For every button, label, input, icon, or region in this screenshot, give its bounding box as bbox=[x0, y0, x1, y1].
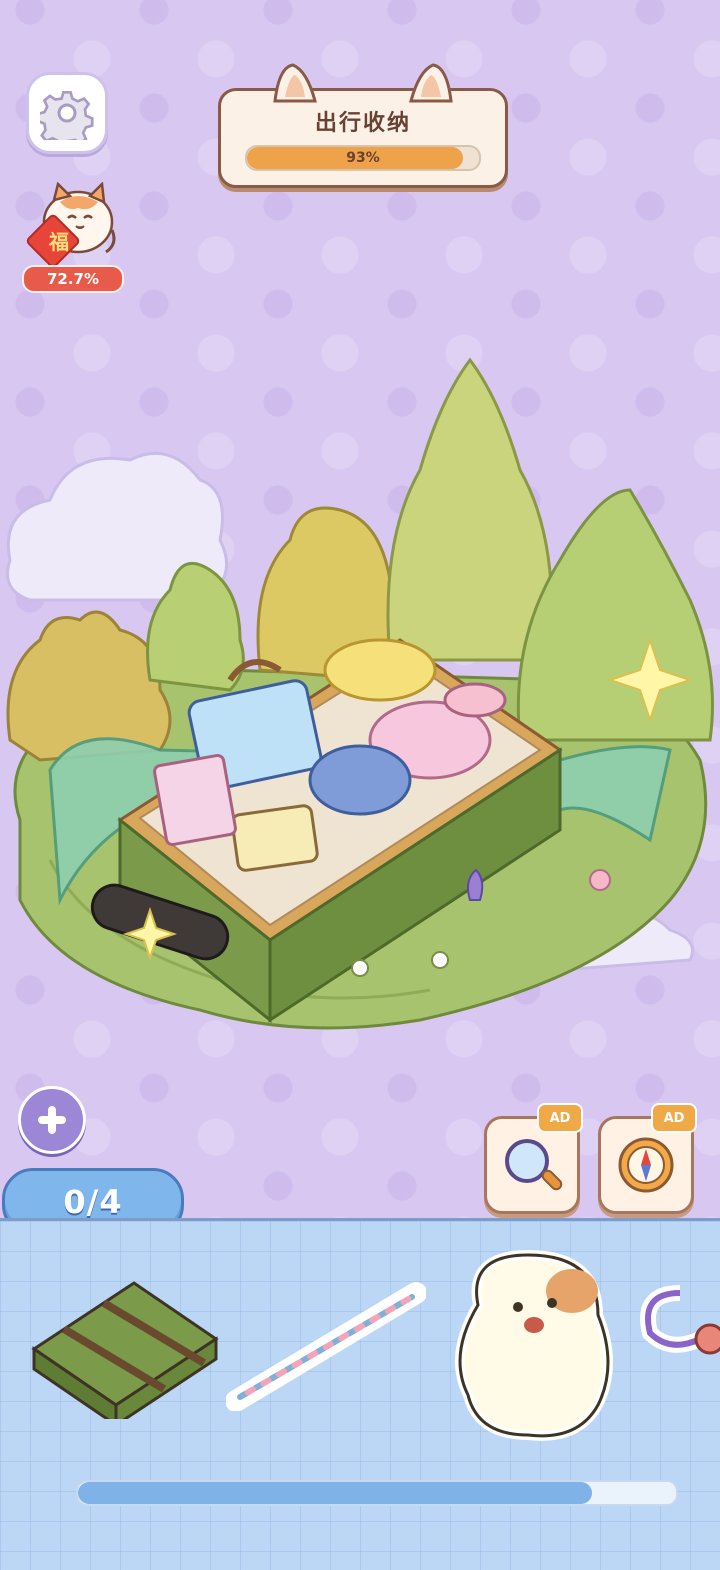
plus-icon bbox=[38, 1106, 66, 1134]
tray-scrollbar-thumb[interactable] bbox=[78, 1482, 593, 1504]
flower bbox=[351, 959, 369, 977]
magnifier-icon bbox=[505, 1139, 563, 1191]
compass-hint-button[interactable]: AD bbox=[598, 1103, 697, 1214]
item-tray bbox=[0, 1218, 720, 1570]
flower bbox=[589, 869, 611, 891]
level-progress-bar: 93% bbox=[245, 145, 481, 171]
cream-purse bbox=[230, 804, 319, 872]
pink-bag bbox=[153, 753, 237, 847]
fortune-badge-text: 福 bbox=[49, 230, 69, 254]
rolled-towel bbox=[443, 682, 507, 718]
tray-item-puppy-sticker[interactable] bbox=[448, 1245, 628, 1445]
cat-ear-left bbox=[273, 63, 317, 103]
gear-icon bbox=[40, 90, 94, 140]
fortune-percent: 72.7% bbox=[22, 265, 124, 293]
tree-right bbox=[516, 488, 714, 742]
packing-scene bbox=[6, 357, 714, 1030]
magnifier-hint-button[interactable]: AD bbox=[484, 1103, 583, 1214]
flower bbox=[431, 951, 449, 969]
settings-button[interactable] bbox=[26, 72, 108, 154]
tray-scrollbar[interactable] bbox=[76, 1480, 678, 1506]
add-slot-button[interactable] bbox=[18, 1086, 86, 1154]
tray-item-flower-strap[interactable] bbox=[226, 1281, 426, 1411]
level-title: 出行收纳 bbox=[314, 111, 411, 136]
tree-left bbox=[6, 610, 172, 762]
compass-icon bbox=[618, 1137, 674, 1193]
level-progress-label: 93% bbox=[346, 150, 380, 166]
yellow-dress bbox=[323, 638, 437, 702]
level-title-card: 出行收纳 93% bbox=[218, 63, 508, 188]
blue-jeans bbox=[308, 744, 412, 816]
tree-tall bbox=[386, 357, 554, 662]
tray-item-suitcase[interactable] bbox=[24, 1269, 224, 1419]
tray-item-keychain[interactable] bbox=[640, 1283, 720, 1373]
cat-ear-right bbox=[409, 63, 453, 103]
